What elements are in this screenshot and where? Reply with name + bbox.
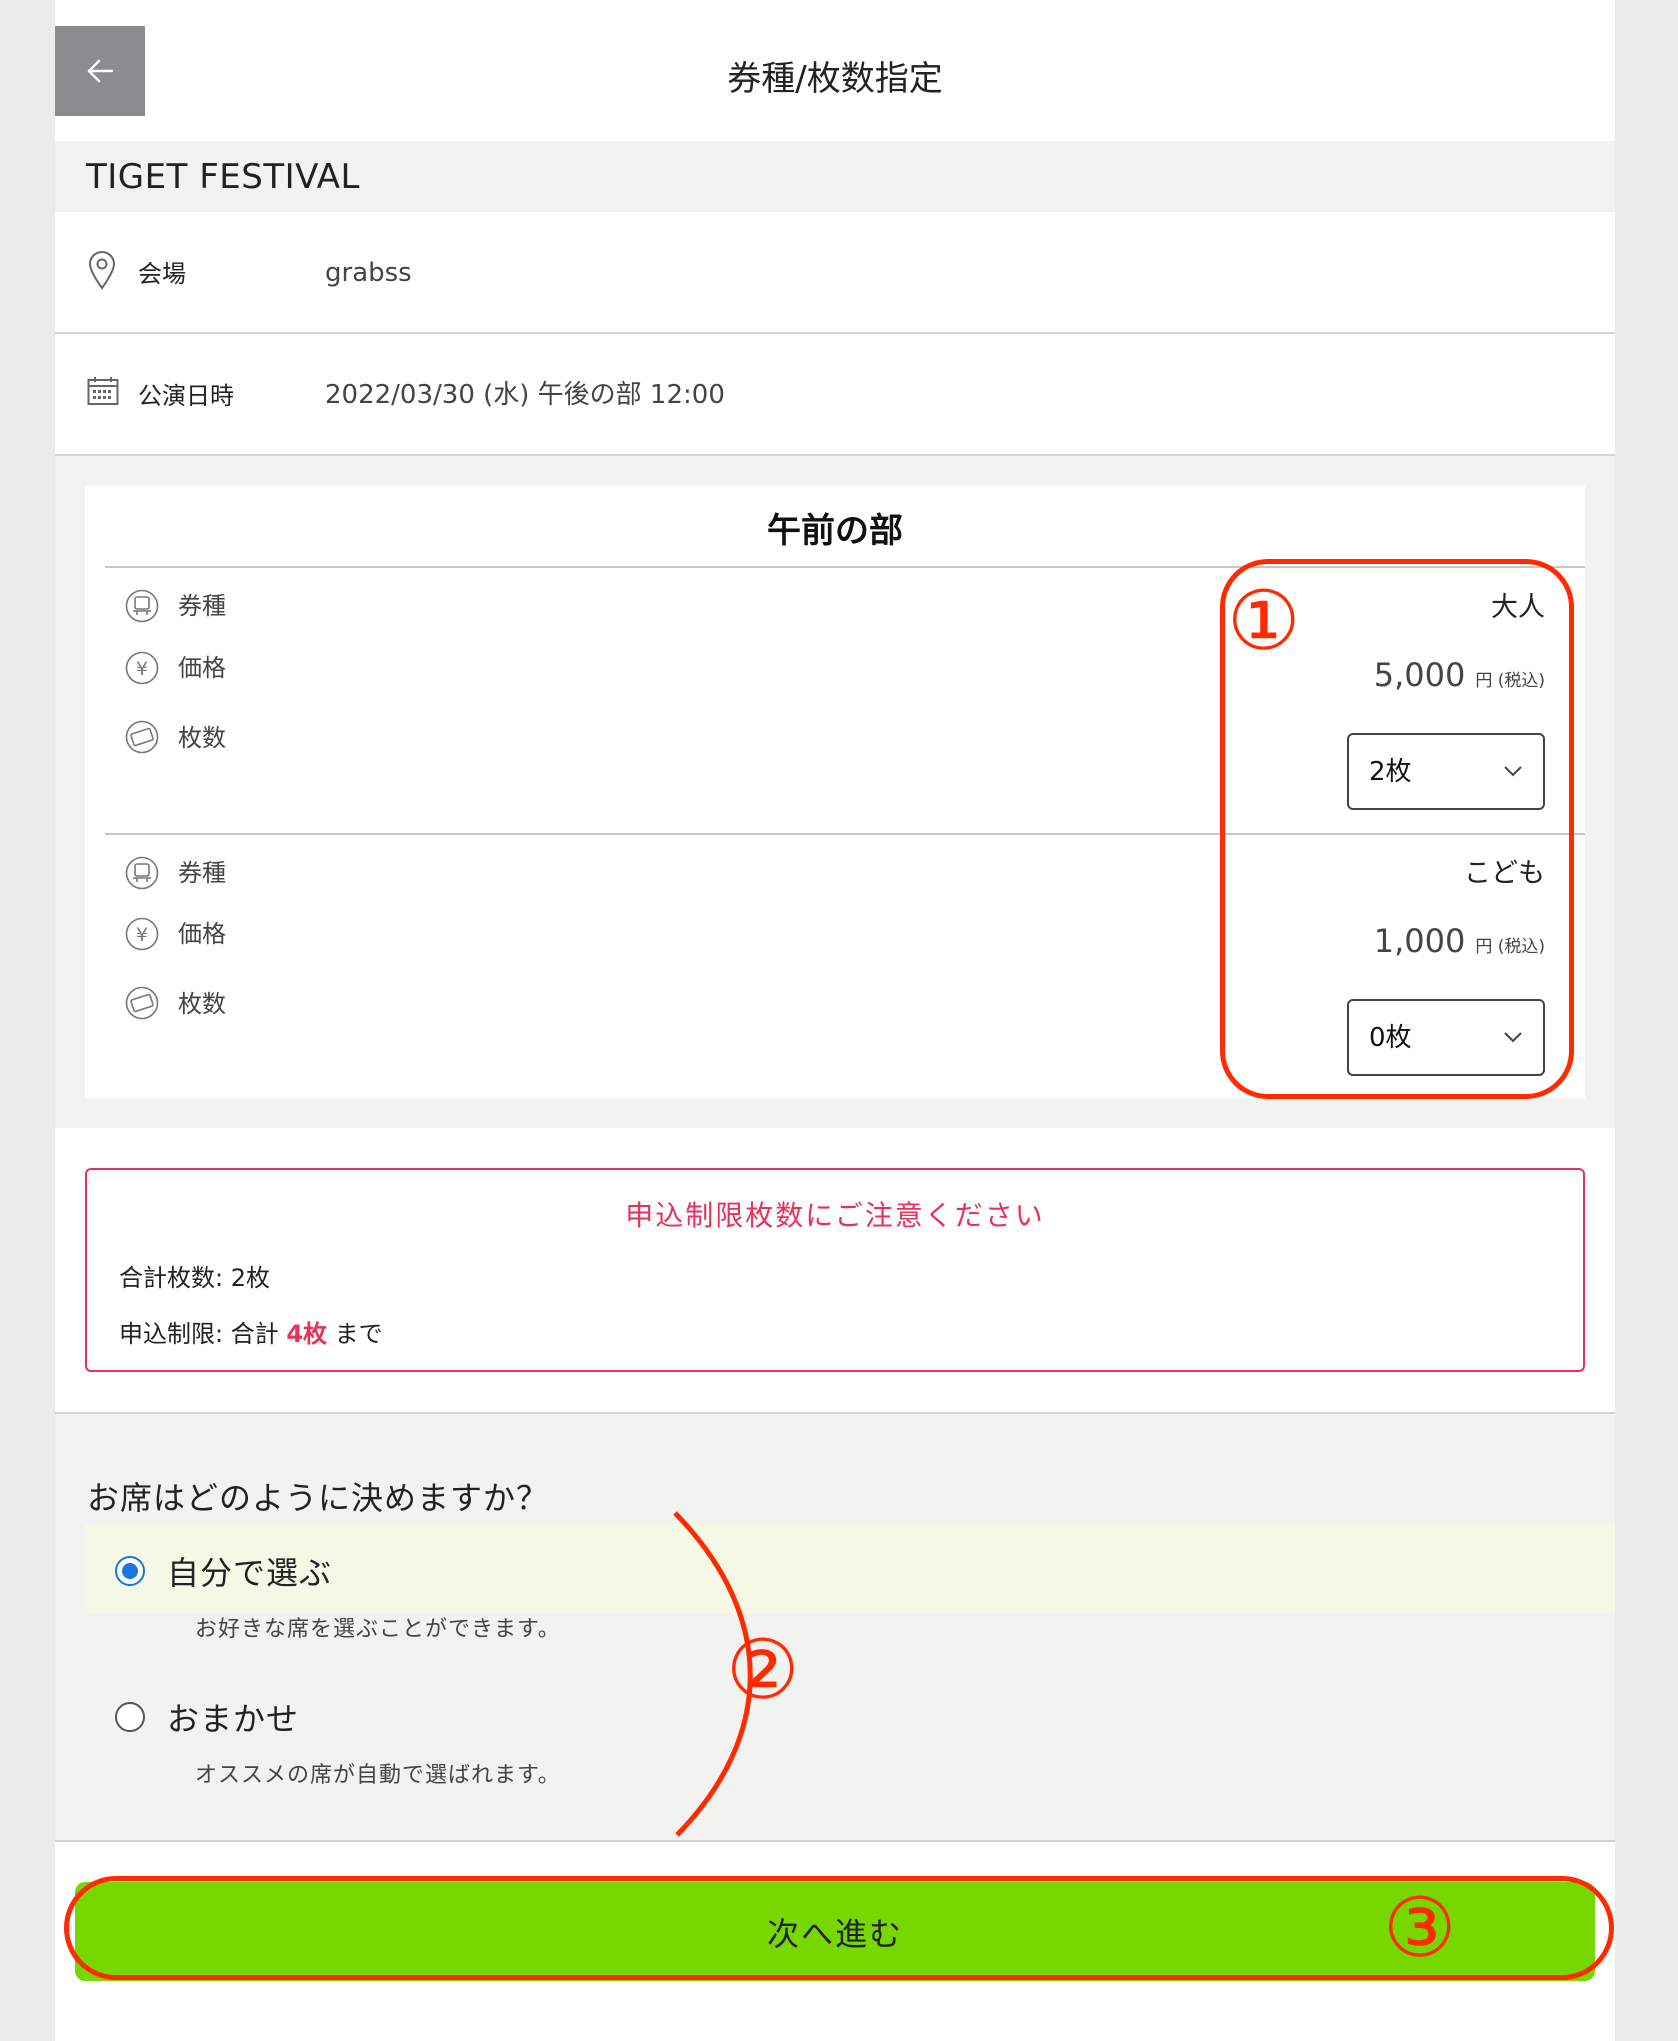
page-title: 券種/枚数指定 (727, 59, 943, 99)
ticket-selection-page: 券種/枚数指定 TIGET FESTIVAL 会場 grabss 公演日時 20… (55, 0, 1615, 2041)
seat-question: お席はどのように決めますか？ (87, 1479, 550, 1517)
price-label: 価格 (178, 920, 226, 948)
venue-row: 会場 grabss (55, 212, 1615, 334)
ticket-type-icon (125, 589, 159, 623)
session-title: 午前の部 (767, 511, 903, 551)
limit-line: 申込制限: 合計 4枚 まで (119, 1322, 383, 1346)
limit-title: 申込制限枚数にご注意ください (625, 1199, 1045, 1232)
radio-auto-select[interactable] (115, 1702, 145, 1732)
ticket-type-label: 券種 (178, 592, 226, 620)
date-row: 公演日時 2022/03/30 (水) 午後の部 12:00 (55, 334, 1615, 456)
quantity-label: 枚数 (178, 990, 226, 1018)
ticket-type-label: 券種 (178, 859, 226, 887)
option-auto-desc: オススメの席が自動で選ばれます。 (195, 1763, 561, 1788)
limit-line-suffix: まで (327, 1320, 383, 1348)
option-self-label[interactable]: 自分で選ぶ (167, 1557, 332, 1589)
annotation-number-one: ① (1227, 574, 1301, 669)
venue-label: 会場 (138, 260, 186, 288)
quantity-label: 枚数 (178, 724, 226, 752)
limit-line-prefix: 申込制限: 合計 (119, 1320, 287, 1348)
price-label: 価格 (178, 654, 226, 682)
header-bar: 券種/枚数指定 (55, 0, 1615, 141)
yen-icon: ¥ (125, 917, 159, 951)
total-count: 合計枚数: 2枚 (119, 1264, 270, 1292)
annotation-number-three: ③ (1383, 1881, 1457, 1976)
limit-section: 申込制限枚数にご注意ください 合計枚数: 2枚 申込制限: 合計 4枚 まで (55, 1128, 1615, 1414)
svg-text:¥: ¥ (136, 658, 148, 680)
yen-icon: ¥ (125, 651, 159, 685)
annotation-box-three (64, 1876, 1614, 1980)
date-value: 2022/03/30 (水) 午後の部 12:00 (325, 380, 725, 410)
map-pin-icon (88, 251, 116, 290)
radio-self-select[interactable] (115, 1556, 145, 1586)
limit-count: 4枚 (286, 1320, 328, 1348)
svg-text:¥: ¥ (136, 924, 148, 946)
event-name: TIGET FESTIVAL (86, 157, 360, 197)
limit-notice: 申込制限枚数にご注意ください 合計枚数: 2枚 申込制限: 合計 4枚 まで (85, 1168, 1585, 1372)
ticket-icon (125, 986, 159, 1020)
ticket-icon (125, 720, 159, 754)
option-auto-label[interactable]: おまかせ (167, 1703, 299, 1735)
date-label: 公演日時 (138, 382, 234, 410)
calendar-icon (87, 377, 119, 405)
venue-value: grabss (325, 258, 412, 288)
option-self-desc: お好きな席を選ぶことができます。 (195, 1617, 561, 1642)
ticket-type-icon (125, 856, 159, 890)
annotation-number-two: ② (726, 1623, 800, 1718)
